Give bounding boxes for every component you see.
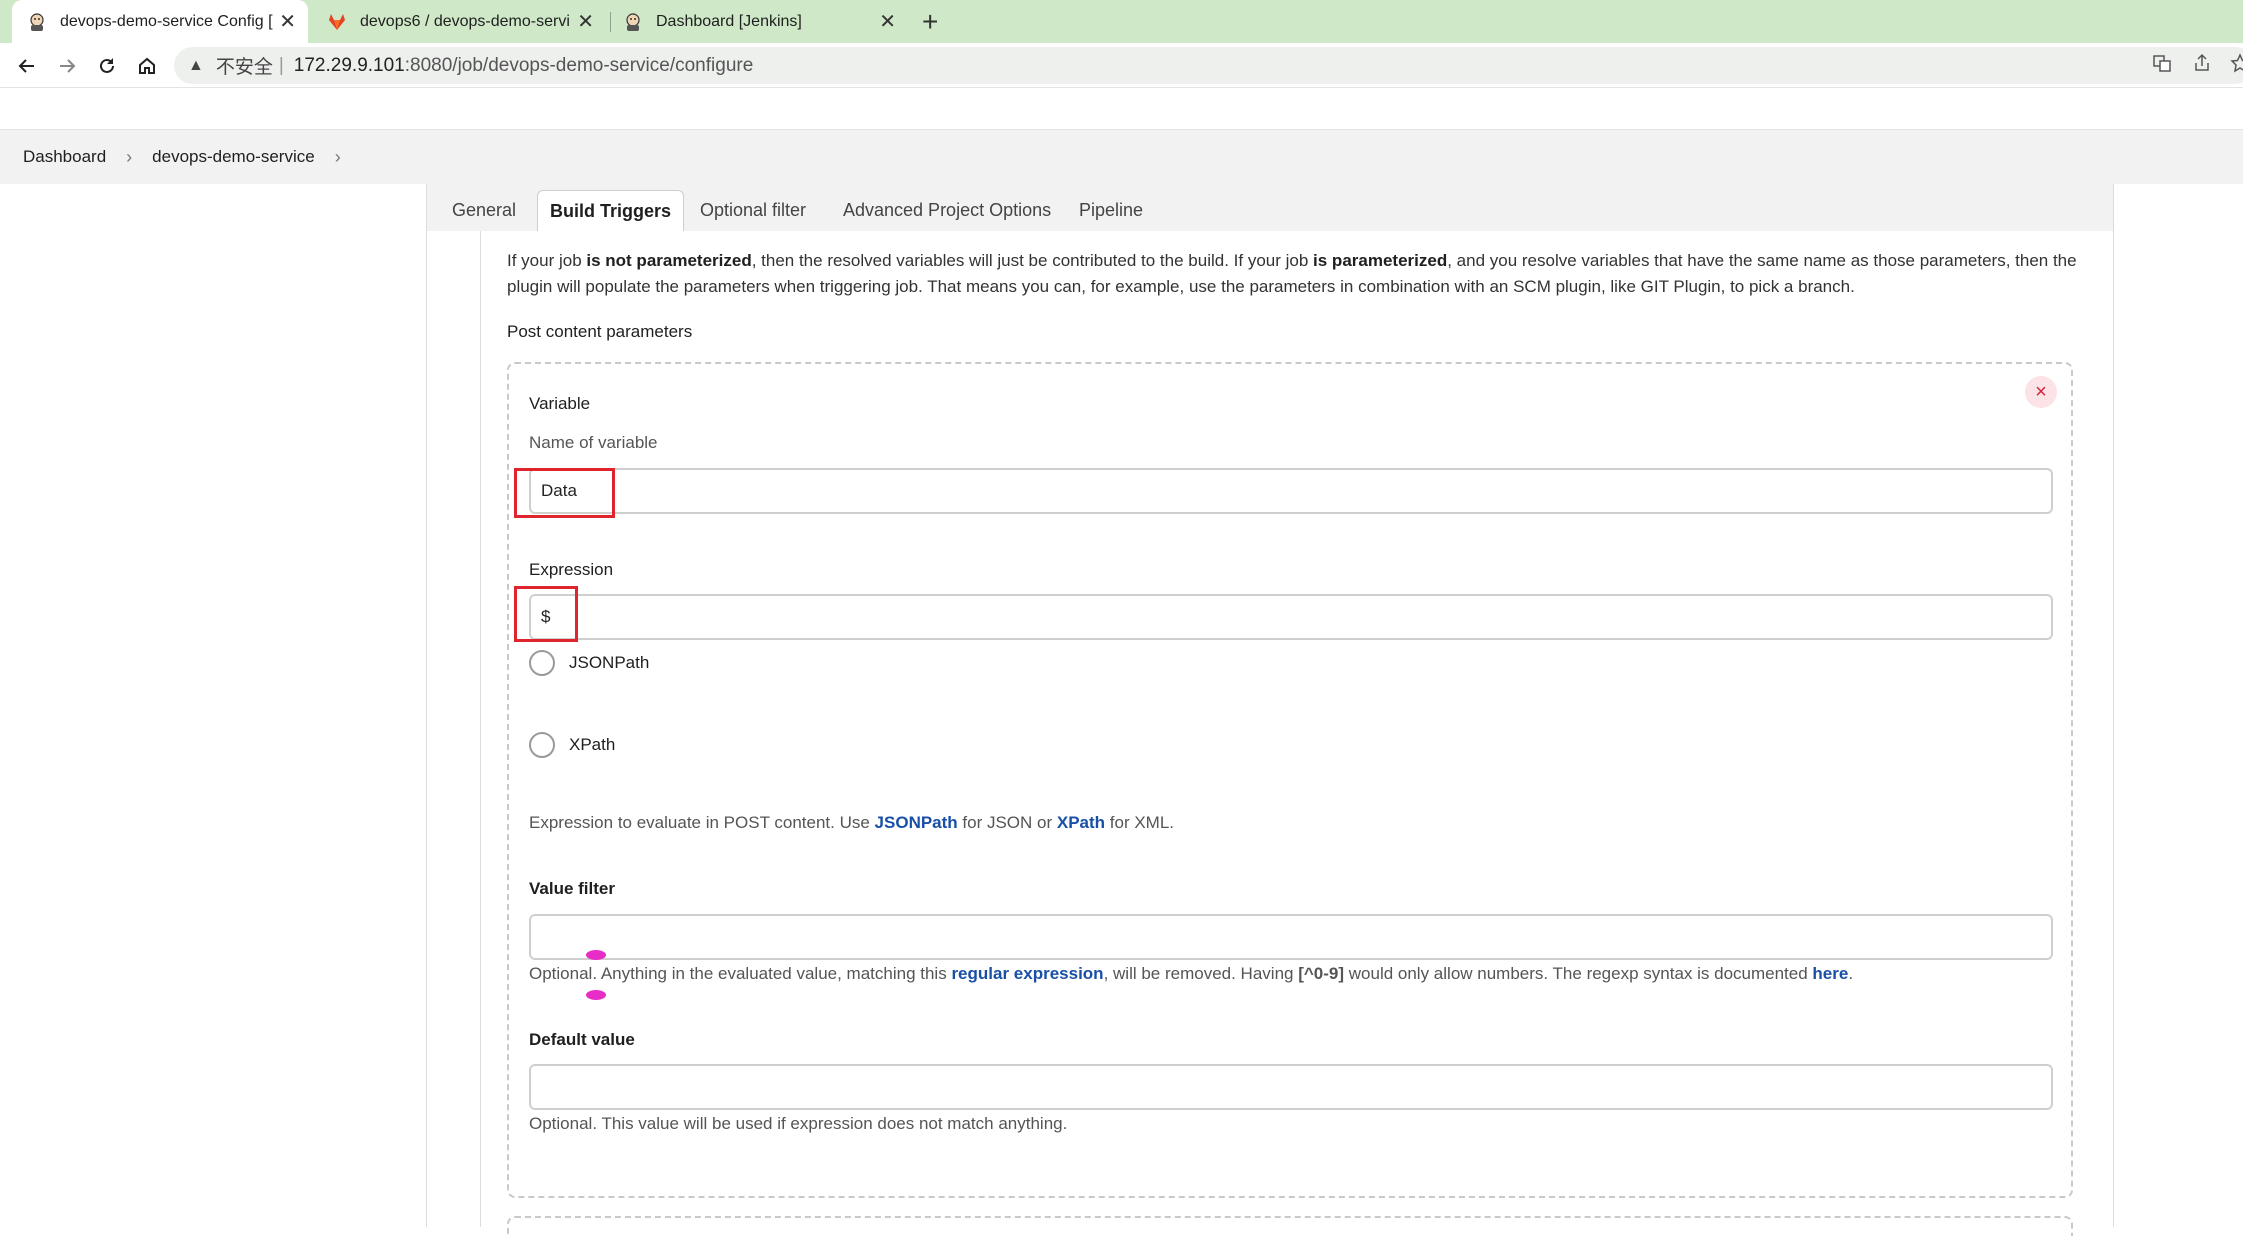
close-tab-icon[interactable]: ✕ (879, 9, 896, 34)
home-icon[interactable] (132, 51, 162, 81)
help-text: for XML. (1105, 813, 1175, 832)
help-text: for JSON or (957, 813, 1057, 832)
config-panel: General Build Triggers Optional filter A… (426, 184, 2114, 1236)
section-title: Post content parameters (507, 322, 693, 341)
default-value-input[interactable] (529, 1064, 2053, 1110)
tab-separator (610, 12, 611, 32)
breadcrumb: Dashboard › devops-demo-service › (0, 129, 2243, 184)
address-bar[interactable]: ▲ 不安全 | 172.29.9.101 :8080/job/devops-de… (174, 47, 2243, 84)
tab-title: devops-demo-service Config [ (60, 12, 273, 30)
browser-tab-dashboard[interactable]: Dashboard [Jenkins] ✕ (612, 0, 908, 43)
tab-build-triggers[interactable]: Build Triggers (537, 190, 685, 231)
value-filter-input[interactable] (529, 914, 2053, 960)
help-text: , then the resolved variables will just … (751, 251, 1314, 270)
radio-button[interactable] (529, 732, 555, 758)
annotation-highlight-expression (514, 586, 578, 642)
close-tab-icon[interactable]: ✕ (279, 9, 296, 34)
help-text: Expression to evaluate in POST content. … (529, 813, 875, 832)
jsonpath-link[interactable]: JSONPath (875, 813, 958, 832)
regular-expression-link[interactable]: regular expression (951, 964, 1103, 983)
parameter-help-text: If your job is not parameterized, then t… (507, 248, 2107, 300)
value-filter-help: Optional. Anything in the evaluated valu… (529, 964, 1853, 984)
chevron-right-icon: › (126, 146, 133, 167)
text-cursor-marker (586, 950, 606, 960)
tab-general[interactable]: General (452, 190, 516, 231)
translate-icon[interactable] (2152, 53, 2172, 78)
close-tab-icon[interactable]: ✕ (577, 9, 594, 34)
regex-example: [^0-9] (1298, 964, 1345, 983)
address-host: 172.29.9.101 (293, 54, 405, 76)
help-text: If your job (507, 251, 587, 270)
reload-icon[interactable] (92, 51, 122, 81)
annotation-highlight-variable (514, 468, 615, 518)
jenkins-icon (622, 11, 644, 33)
tab-pipeline[interactable]: Pipeline (1079, 190, 1143, 231)
help-text: Optional. Anything in the evaluated valu… (529, 964, 952, 983)
warning-icon: ▲ (188, 56, 204, 74)
security-label: 不安全 (215, 57, 273, 78)
remove-parameter-button[interactable]: × (2025, 376, 2057, 408)
radio-jsonpath[interactable]: JSONPath (529, 650, 649, 676)
help-text-bold: is parameterized (1313, 251, 1448, 270)
jenkins-icon (26, 11, 48, 33)
config-tabs: General Build Triggers Optional filter A… (427, 184, 2113, 231)
address-path: :8080/job/devops-demo-service/configure (404, 54, 754, 76)
variable-input[interactable]: Data (529, 468, 2053, 514)
text-cursor-marker (586, 990, 606, 1000)
default-value-help: Optional. This value will be used if exp… (529, 1114, 1068, 1133)
chevron-right-icon[interactable]: › (335, 147, 341, 168)
share-icon[interactable] (2192, 53, 2212, 78)
help-text: , will be removed. Having (1103, 964, 1299, 983)
post-content-parameter: × Variable Name of variable Data Express… (507, 362, 2073, 1198)
help-text-bold: is not parameterized (586, 251, 752, 270)
expression-help: Expression to evaluate in POST content. … (529, 813, 1174, 833)
tab-title: Dashboard [Jenkins] (656, 12, 802, 30)
tab-optional-filter[interactable]: Optional filter (700, 190, 806, 231)
radio-button[interactable] (529, 650, 555, 676)
next-parameter-box (507, 1216, 2073, 1236)
help-text: . (1848, 964, 1854, 983)
xpath-link[interactable]: XPath (1057, 813, 1105, 832)
tab-title: devops6 / devops-demo-servi (360, 12, 570, 30)
variable-label: Variable (529, 394, 591, 413)
browser-nav-bar: ▲ 不安全 | 172.29.9.101 :8080/job/devops-de… (0, 43, 2243, 88)
help-text: would only allow numbers. The regexp syn… (1344, 964, 1813, 983)
variable-help: Name of variable (529, 433, 658, 452)
default-value-label: Default value (529, 1030, 635, 1049)
browser-tab-bar: devops-demo-service Config [ ✕ devops6 /… (0, 0, 2243, 43)
expression-input[interactable]: $ (529, 594, 2053, 640)
value-filter-label: Value filter (529, 879, 615, 898)
back-icon[interactable] (12, 51, 42, 81)
forward-icon[interactable] (52, 51, 82, 81)
expression-label: Expression (529, 560, 614, 579)
browser-tab-gitlab[interactable]: devops6 / devops-demo-servi ✕ (316, 0, 606, 43)
breadcrumb-job[interactable]: devops-demo-service (152, 147, 315, 167)
radio-label: JSONPath (569, 653, 650, 672)
section-indent-line (480, 231, 481, 1227)
new-tab-button[interactable]: + (922, 6, 938, 38)
radio-xpath[interactable]: XPath (529, 732, 615, 758)
jenkins-header (0, 88, 2243, 128)
breadcrumb-dashboard[interactable]: Dashboard (23, 147, 106, 167)
gitlab-icon (326, 11, 348, 33)
bookmark-star-icon[interactable] (2230, 53, 2243, 78)
here-link[interactable]: here (1812, 964, 1848, 983)
tab-advanced-project-options[interactable]: Advanced Project Options (843, 190, 1051, 231)
browser-tab-jenkins-config[interactable]: devops-demo-service Config [ ✕ (12, 0, 308, 43)
address-separator: | (278, 54, 284, 76)
radio-label: XPath (569, 735, 616, 754)
